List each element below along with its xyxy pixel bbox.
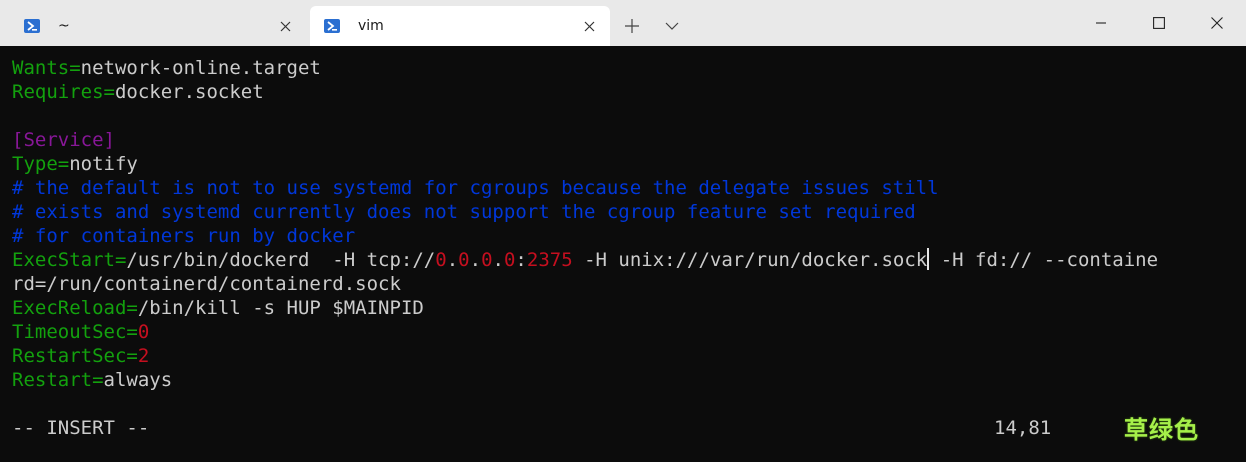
close-icon bbox=[1211, 17, 1223, 29]
close-icon bbox=[280, 21, 290, 31]
ip-octet: 0 bbox=[481, 249, 493, 271]
tab-home[interactable]: ~ bbox=[10, 6, 306, 46]
directive-value: -H fd:// --containe bbox=[929, 249, 1159, 271]
directive-value: 0 bbox=[137, 321, 150, 343]
ip-dot: . bbox=[469, 249, 482, 271]
plus-icon bbox=[625, 19, 639, 33]
tab-dropdown-button[interactable] bbox=[658, 12, 686, 40]
directive-key: Type= bbox=[12, 153, 70, 175]
powershell-icon bbox=[24, 19, 40, 33]
title-bar: ~ vim bbox=[0, 0, 1246, 46]
close-icon bbox=[584, 21, 594, 31]
directive-value: notify bbox=[69, 153, 138, 175]
directive-value: /usr/bin/dockerd -H tcp:// bbox=[126, 249, 436, 271]
new-tab-button[interactable] bbox=[618, 12, 646, 40]
ip-dot: . bbox=[492, 249, 504, 271]
comment-line: # exists and systemd currently does not … bbox=[12, 201, 916, 223]
maximize-icon bbox=[1153, 17, 1165, 29]
directive-key: Requires= bbox=[12, 81, 115, 103]
ip-octet: 0 bbox=[435, 249, 447, 271]
directive-key: Wants= bbox=[12, 57, 81, 79]
editor-line: Requires=docker.socket bbox=[12, 80, 264, 104]
ip-octet: 0 bbox=[458, 249, 470, 271]
close-window-button[interactable] bbox=[1188, 0, 1246, 46]
editor-line: Type=notify bbox=[12, 152, 138, 176]
minimize-icon bbox=[1096, 22, 1106, 24]
watermark-text: 草绿色 bbox=[1124, 416, 1199, 444]
minimize-button[interactable] bbox=[1072, 0, 1130, 46]
editor-line: RestartSec=2 bbox=[12, 344, 149, 368]
editor-line: Restart=always bbox=[12, 368, 172, 392]
comment-line: # for containers run by docker bbox=[12, 225, 356, 247]
directive-value: 2 bbox=[137, 345, 150, 367]
directive-key: ExecStart= bbox=[12, 249, 127, 271]
directive-value: /bin/kill -s HUP $MAINPID bbox=[137, 297, 424, 319]
ip-dot: . bbox=[446, 249, 459, 271]
directive-value: docker.socket bbox=[114, 81, 264, 103]
editor-line: rd=/run/containerd/containerd.sock bbox=[12, 273, 401, 295]
directive-value: always bbox=[103, 369, 173, 391]
editor-line: Wants=network-online.target bbox=[12, 56, 321, 80]
editor-line: [Service] bbox=[12, 128, 115, 152]
cursor-position: 14,81 bbox=[994, 417, 1052, 439]
directive-key: RestartSec= bbox=[12, 345, 138, 367]
editor-line: TimeoutSec=0 bbox=[12, 320, 149, 344]
directive-key: TimeoutSec= bbox=[12, 321, 138, 343]
editor-line: ExecStart=/usr/bin/dockerd -H tcp://0.0.… bbox=[12, 248, 1158, 272]
tab-title: ~ bbox=[58, 18, 70, 34]
section-header: [Service] bbox=[12, 129, 115, 151]
comment-line: # the default is not to use systemd for … bbox=[12, 177, 939, 199]
close-tab-button[interactable] bbox=[274, 15, 296, 37]
tab-title: vim bbox=[358, 18, 384, 34]
editor-line: ExecReload=/bin/kill -s HUP $MAINPID bbox=[12, 296, 424, 320]
port-number: 2375 bbox=[526, 249, 573, 271]
directive-value: network-online.target bbox=[80, 57, 321, 79]
directive-value: -H unix:///var/run/docker.sock bbox=[572, 249, 928, 271]
powershell-icon bbox=[324, 19, 340, 33]
chevron-down-icon bbox=[665, 22, 679, 30]
directive-key: Restart= bbox=[12, 369, 104, 391]
close-tab-button[interactable] bbox=[578, 15, 600, 37]
maximize-button[interactable] bbox=[1130, 0, 1188, 46]
vim-mode-indicator: -- INSERT -- bbox=[12, 417, 150, 439]
terminal-area[interactable]: Wants=network-online.target Requires=doc… bbox=[0, 46, 1246, 462]
tab-vim[interactable]: vim bbox=[310, 6, 610, 46]
port-colon: : bbox=[515, 249, 527, 271]
ip-octet: 0 bbox=[503, 249, 516, 271]
directive-key: ExecReload= bbox=[12, 297, 138, 319]
